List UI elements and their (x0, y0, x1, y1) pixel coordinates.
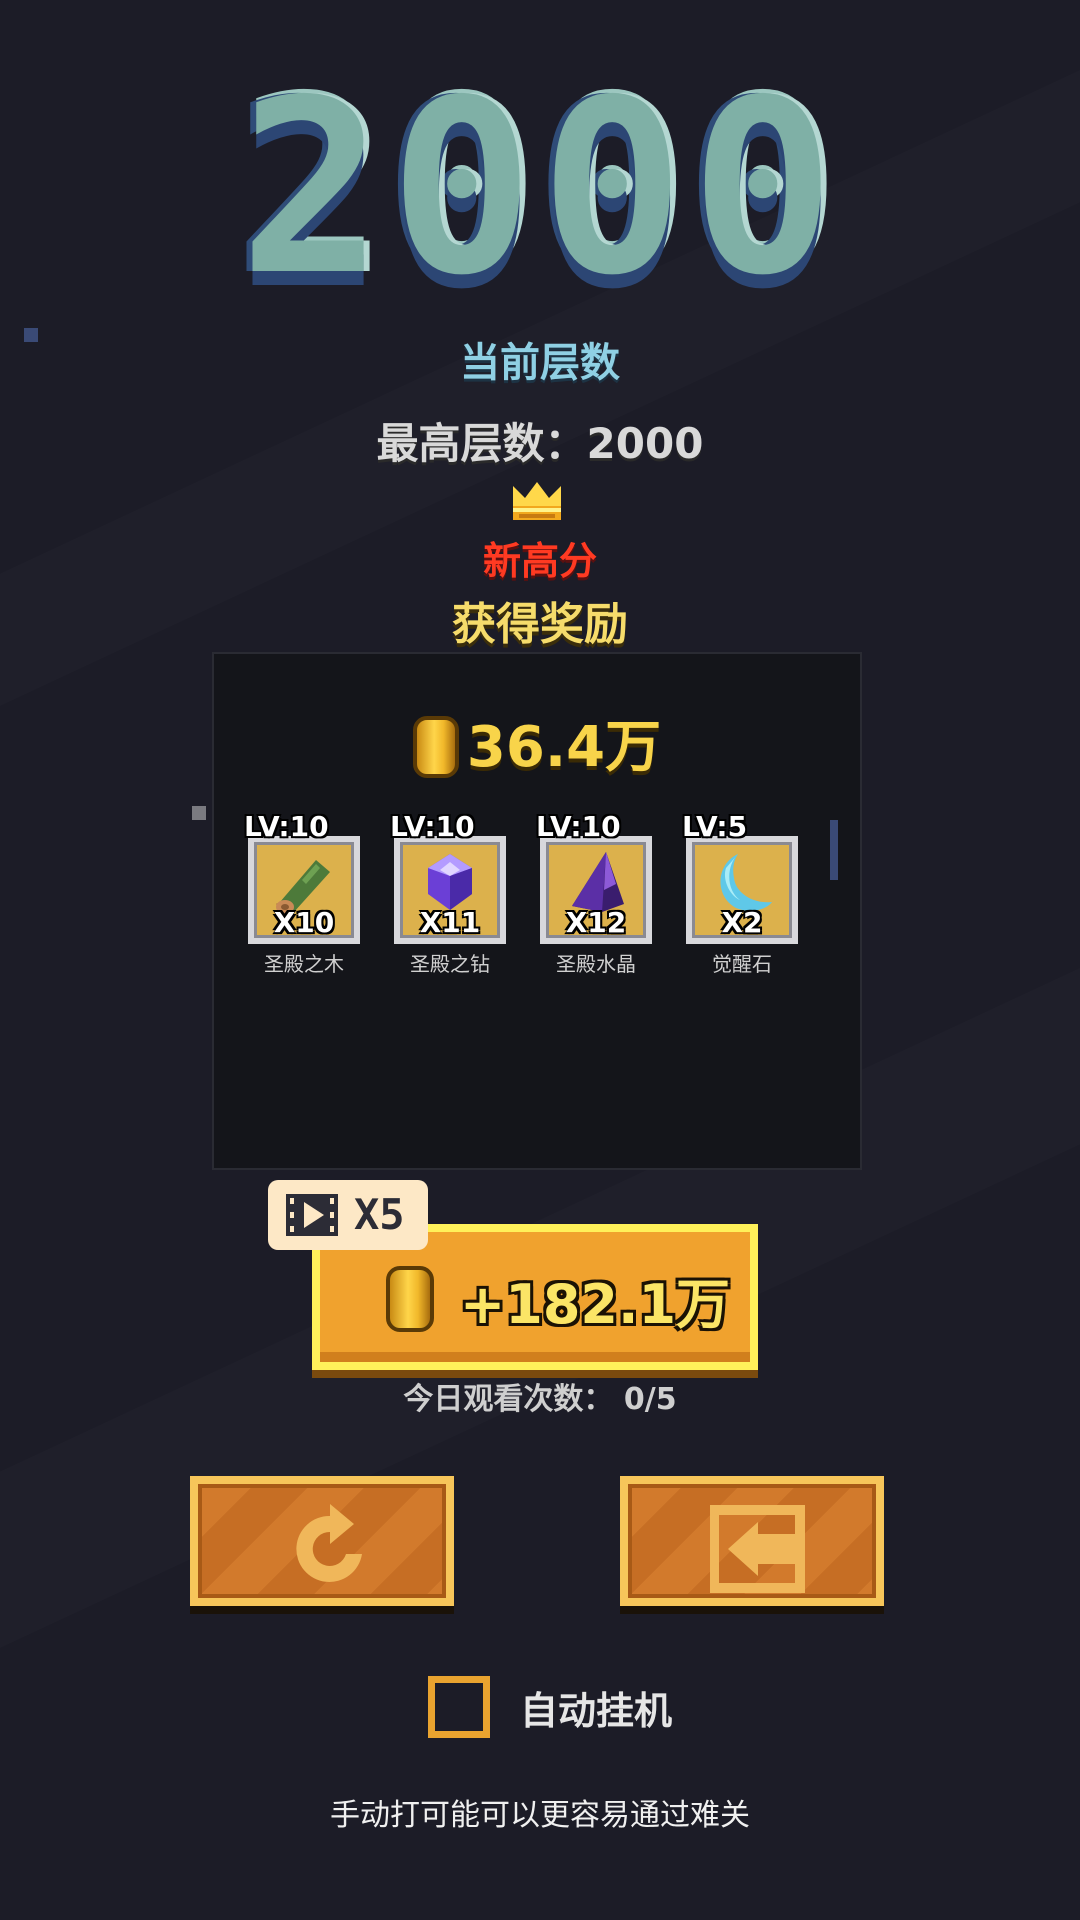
item-quantity: X11 (419, 906, 481, 939)
item-level: LV:10 (390, 810, 475, 843)
item-level: LV:10 (536, 810, 621, 843)
item-name: 觉醒石 (712, 952, 772, 976)
item-name: 圣殿之木 (264, 952, 344, 976)
hint-text: 手动打可能可以更容易通过难关 (330, 1798, 750, 1833)
crescent-stone-icon (720, 854, 772, 911)
reward-scrollbar[interactable] (830, 820, 838, 880)
scroll-indicator-left (192, 806, 206, 820)
auto-idle-checkbox[interactable] (428, 1676, 490, 1738)
item-quantity: X12 (565, 906, 627, 939)
watch-count-label: 今日观看次数： 0/5 (403, 1382, 677, 1417)
wood-log-icon (276, 860, 330, 914)
video-play-icon (286, 1194, 338, 1236)
item-level: LV:5 (682, 810, 748, 843)
best-floor-label: 最高层数：2000 (376, 419, 704, 468)
ad-reward-label: +182.1万 (460, 1273, 731, 1336)
item-quantity: X2 (721, 906, 763, 939)
exit-icon (710, 1505, 805, 1593)
item-name: 圣殿之钻 (410, 952, 490, 976)
coin-icon (412, 715, 459, 778)
current-floor-label: 当前层数 (460, 340, 620, 386)
item-level: LV:10 (244, 810, 329, 843)
reward-title: 获得奖励 (452, 599, 628, 650)
exit-button[interactable] (620, 1476, 884, 1606)
retry-icon (296, 1504, 362, 1582)
coin-icon (386, 1266, 434, 1332)
reward-coins-value: 36.4万 (466, 715, 662, 780)
retry-button[interactable] (190, 1476, 454, 1606)
score-display: 2000 (239, 48, 841, 328)
auto-idle-label[interactable]: 自动挂机 (520, 1680, 672, 1735)
reward-coins: 36.4万 (214, 702, 860, 783)
ad-multiplier: X5 (354, 1190, 405, 1239)
dark-crystal-icon (572, 852, 624, 912)
purple-gem-icon (428, 854, 472, 910)
reward-panel: 36.4万 LV:10 X10 圣殿之木 LV:10 X11 圣殿之钻 LV:1… (212, 652, 862, 1170)
item-quantity: X10 (273, 906, 335, 939)
crown-icon (513, 482, 561, 520)
item-name: 圣殿水晶 (556, 952, 636, 976)
new-high-score-label: 新高分 (482, 539, 597, 583)
ad-badge: X5 (268, 1180, 428, 1250)
